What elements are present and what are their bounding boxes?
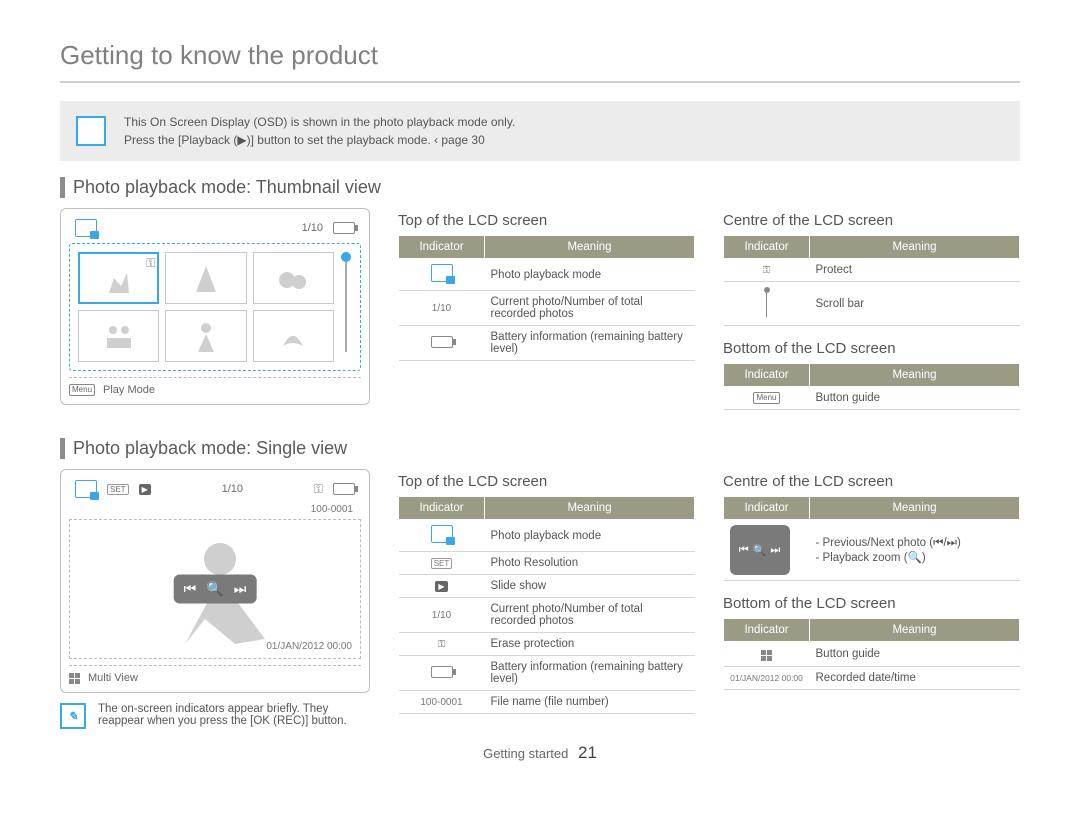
section-heading-thumbnail: Photo playback mode: Thumbnail view bbox=[60, 177, 1020, 198]
info-bar: This On Screen Display (OSD) is shown in… bbox=[60, 101, 1020, 161]
grid-icon bbox=[69, 673, 80, 684]
table-top-single: Indicator Meaning Photo playback mode SE… bbox=[398, 496, 695, 714]
cell: Protect bbox=[810, 259, 1020, 282]
resolution-icon: SET bbox=[107, 484, 129, 495]
th-indicator: Indicator bbox=[724, 497, 810, 520]
next-icon[interactable]: ⏭ bbox=[234, 581, 247, 598]
count-label: 1/10 bbox=[222, 483, 243, 495]
th-meaning: Meaning bbox=[485, 497, 695, 520]
thumbnail[interactable] bbox=[78, 252, 159, 304]
cell: Photo Resolution bbox=[485, 552, 695, 575]
th-meaning: Meaning bbox=[810, 619, 1020, 642]
cell: - Previous/Next photo (⏮/⏭) - Playback z… bbox=[810, 520, 1020, 581]
cell: Recorded date/time bbox=[810, 667, 1020, 690]
lock-icon bbox=[146, 256, 155, 271]
footer-label: Play Mode bbox=[103, 384, 155, 396]
thumbnail[interactable] bbox=[78, 310, 159, 362]
zoom-icon[interactable]: 🔍 bbox=[206, 581, 223, 598]
battery-icon bbox=[333, 222, 355, 234]
lock-icon bbox=[314, 482, 323, 497]
cell: Button guide bbox=[810, 642, 1020, 667]
cell: Slide show bbox=[485, 575, 695, 598]
lock-icon: ⚿ bbox=[399, 633, 485, 656]
th-indicator: Indicator bbox=[724, 236, 810, 259]
battery-icon bbox=[333, 483, 355, 495]
lcd-single-view: SET ▶ 1/10 100-0001 ⏮ 🔍 ⏭ 01/JAN/2012 00… bbox=[60, 469, 370, 693]
cell: Battery information (remaining battery l… bbox=[485, 326, 695, 361]
thumbnail[interactable] bbox=[165, 310, 246, 362]
grid-icon bbox=[761, 650, 772, 661]
page-number: 21 bbox=[578, 743, 597, 762]
table-bottom: Indicator Meaning Menu Button guide bbox=[723, 363, 1020, 410]
table-centre: Indicator Meaning ⚿Protect Scroll bar bbox=[723, 235, 1020, 326]
cell: Erase protection bbox=[485, 633, 695, 656]
th-meaning: Meaning bbox=[810, 364, 1020, 387]
section-heading-single: Photo playback mode: Single view bbox=[60, 438, 1020, 459]
thumbnail[interactable] bbox=[253, 310, 334, 362]
battery-icon bbox=[431, 336, 453, 348]
photo-mode-icon bbox=[75, 480, 97, 498]
count-label: 1/10 bbox=[302, 222, 323, 234]
cell: 1/10 bbox=[399, 598, 485, 633]
slideshow-icon: ▶ bbox=[435, 581, 447, 592]
photo-mode-icon bbox=[431, 525, 453, 543]
th-meaning: Meaning bbox=[810, 497, 1020, 520]
note-text: The on-screen indicators appear briefly.… bbox=[98, 703, 370, 727]
subhead-centre: Centre of the LCD screen bbox=[723, 473, 1020, 490]
footer-section: Getting started bbox=[483, 746, 568, 761]
cell: 1/10 bbox=[399, 291, 485, 326]
subhead-centre: Centre of the LCD screen bbox=[723, 212, 1020, 229]
resolution-icon: SET bbox=[431, 558, 453, 569]
table-top: Indicator Meaning Photo playback mode 1/… bbox=[398, 235, 695, 361]
cell: File name (file number) bbox=[485, 691, 695, 714]
cell: Photo playback mode bbox=[485, 259, 695, 291]
playback-controls[interactable]: ⏮ 🔍 ⏭ bbox=[174, 575, 257, 604]
menu-icon: Menu bbox=[753, 392, 779, 404]
subhead-bottom: Bottom of the LCD screen bbox=[723, 340, 1020, 357]
scrollbar[interactable] bbox=[340, 252, 352, 362]
photo-frame-icon bbox=[76, 116, 106, 146]
cell: Current photo/Number of total recorded p… bbox=[485, 598, 695, 633]
th-meaning: Meaning bbox=[810, 236, 1020, 259]
prev-icon[interactable]: ⏮ bbox=[184, 581, 197, 598]
cell: 01/JAN/2012 00:00 bbox=[724, 667, 810, 690]
th-indicator: Indicator bbox=[399, 236, 485, 259]
page-footer: Getting started 21 bbox=[60, 743, 1020, 763]
th-indicator: Indicator bbox=[724, 619, 810, 642]
subhead-top: Top of the LCD screen bbox=[398, 212, 695, 229]
file-number: 100-0001 bbox=[69, 504, 361, 515]
battery-icon bbox=[431, 666, 453, 678]
th-indicator: Indicator bbox=[724, 364, 810, 387]
playback-controls-icon: ⏮🔍⏭ bbox=[730, 525, 790, 575]
note-icon: ✎ bbox=[60, 703, 86, 729]
cell: 100-0001 bbox=[399, 691, 485, 714]
thumbnail[interactable] bbox=[165, 252, 246, 304]
lcd-thumbnail-view: 1/10 bbox=[60, 208, 370, 405]
info-line-2: Press the [Playback (▶)] button to set t… bbox=[124, 131, 515, 149]
photo-mode-icon bbox=[431, 264, 453, 282]
cell: Current photo/Number of total recorded p… bbox=[485, 291, 695, 326]
th-meaning: Meaning bbox=[485, 236, 695, 259]
scroll-icon bbox=[724, 282, 810, 326]
subhead-bottom: Bottom of the LCD screen bbox=[723, 595, 1020, 612]
info-line-1: This On Screen Display (OSD) is shown in… bbox=[124, 113, 515, 131]
cell: Battery information (remaining battery l… bbox=[485, 656, 695, 691]
th-indicator: Indicator bbox=[399, 497, 485, 520]
cell: Button guide bbox=[810, 387, 1020, 410]
cell: Photo playback mode bbox=[485, 520, 695, 552]
photo-mode-icon bbox=[75, 219, 97, 237]
lock-icon: ⚿ bbox=[724, 259, 810, 282]
footer-label: Multi View bbox=[88, 672, 138, 684]
slideshow-icon: ▶ bbox=[139, 484, 151, 495]
table-bottom-single: Indicator Meaning Button guide 01/JAN/20… bbox=[723, 618, 1020, 690]
cell: Scroll bar bbox=[810, 282, 1020, 326]
subhead-top: Top of the LCD screen bbox=[398, 473, 695, 490]
thumbnail[interactable] bbox=[253, 252, 334, 304]
menu-icon: Menu bbox=[69, 384, 95, 396]
datetime-label: 01/JAN/2012 00:00 bbox=[266, 641, 352, 652]
page-title: Getting to know the product bbox=[60, 40, 1020, 83]
table-centre-single: Indicator Meaning ⏮🔍⏭ - Previous/Next ph… bbox=[723, 496, 1020, 581]
